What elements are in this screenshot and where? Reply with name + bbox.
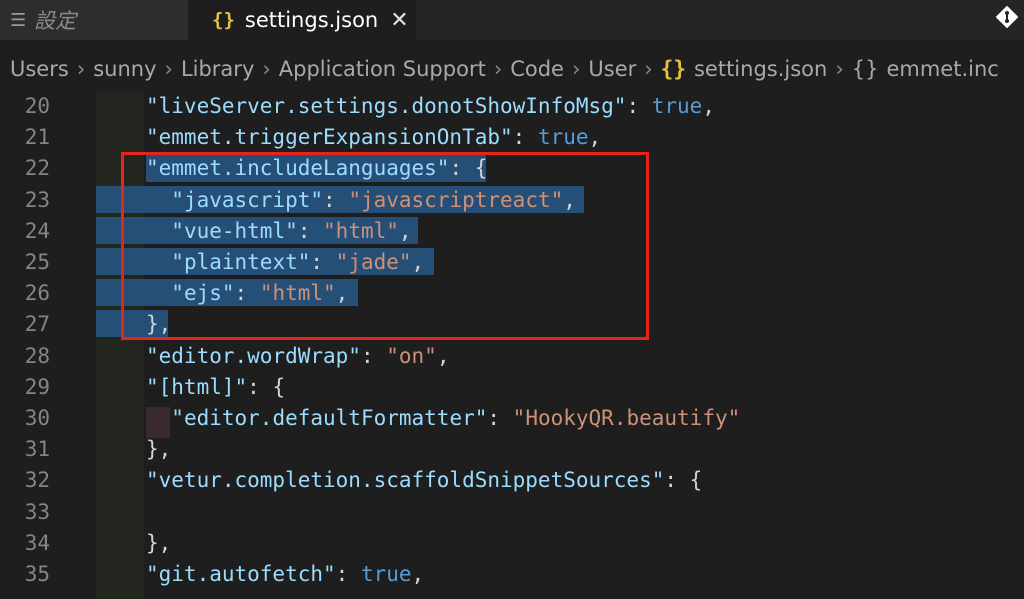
chevron-right-icon: › (835, 57, 844, 81)
code-text: "[html]": { (146, 374, 286, 399)
json-value: true (651, 94, 703, 118)
line-number: 30 (24, 406, 50, 430)
chevron-right-icon: › (76, 57, 86, 81)
line-number: 25 (24, 250, 50, 274)
code-text: "emmet.triggerExpansionOnTab": true, (146, 125, 602, 150)
tab-settings-ui[interactable]: ☰ 設定 (0, 0, 188, 40)
breadcrumb-item[interactable]: Library (181, 57, 254, 81)
tab-bar: ☰ 設定 {} settings.json ✕ (0, 0, 1024, 40)
json-key: "liveServer.settings.donotShowInfoMsg" (146, 94, 627, 118)
line-number: 31 (24, 437, 50, 462)
code-text: }, (146, 434, 171, 465)
breadcrumb-item[interactable]: {} settings.json (661, 57, 828, 81)
line-number: 35 (24, 562, 50, 586)
breadcrumb-label: Library (180, 57, 255, 81)
json-braces-icon: {} (660, 57, 686, 81)
code-line: 20 "liveServer.settings.donotShowInfoMsg"… (0, 91, 1024, 122)
breadcrumb: Users › sunny › Library › Application Support ›… (0, 50, 1024, 88)
line-number: 21 (24, 125, 50, 150)
chevron-right-icon: › (493, 57, 503, 81)
code-line: 35 "git.autofetch": true, (0, 559, 1024, 590)
json-value: "HookyQR.beautify" (512, 406, 741, 430)
breadcrumb-label: User (588, 57, 637, 81)
line-number: 29 (24, 374, 50, 399)
code-line: 29 "[html]": { (0, 372, 1024, 403)
line-number: 34 (24, 530, 50, 555)
object-icon: {} (851, 57, 879, 81)
json-key: "[html]" (146, 374, 248, 399)
code-text: "vetur.completion.scaffoldSnippetSources… (146, 468, 703, 493)
code-text: }, (146, 528, 171, 559)
json-value: "on" (386, 343, 437, 368)
line-number: 27 (24, 312, 50, 337)
json-value: { (272, 374, 286, 399)
breadcrumb-label: sunny (93, 57, 157, 81)
json-value: true (360, 562, 412, 586)
close-icon[interactable]: ✕ (390, 8, 408, 33)
code-line: 32 "vetur.completion.scaffoldSnippetSourc… (0, 465, 1024, 496)
breadcrumb-label: settings.json (693, 57, 828, 81)
line-number: 28 (24, 343, 50, 368)
chevron-right-icon: › (571, 57, 581, 81)
code-line: 31}, (0, 434, 1024, 465)
breadcrumb-item[interactable]: {} emmet.inc (852, 57, 999, 81)
breadcrumb-item[interactable]: Application Support (279, 57, 486, 81)
line-number: 24 (24, 218, 50, 243)
json-value: }, (146, 437, 172, 462)
breadcrumb-item[interactable]: Code (510, 57, 564, 81)
breadcrumb-label: emmet.inc (886, 57, 999, 81)
code-text: "liveServer.settings.donotShowInfoMsg": … (146, 94, 715, 118)
tab-label: settings.json (244, 8, 379, 32)
highlight-box (121, 152, 649, 340)
code-line: 34}, (0, 528, 1024, 559)
code-line: 21 "emmet.triggerExpansionOnTab": true, (0, 122, 1024, 153)
chevron-right-icon: › (164, 57, 173, 81)
breadcrumb-label: Application Support (278, 57, 486, 81)
json-key: "emmet.triggerExpansionOnTab" (146, 125, 513, 150)
json-value: true (537, 125, 589, 150)
json-braces-icon: {} (212, 9, 235, 31)
breadcrumb-item[interactable]: User (588, 57, 636, 81)
breadcrumb-item[interactable]: Users (10, 57, 69, 81)
json-value: { (689, 468, 703, 493)
list-icon: ☰ (10, 9, 27, 31)
code-line: 28 "editor.wordWrap": "on", (0, 341, 1024, 372)
chevron-right-icon: › (262, 57, 271, 81)
line-number: 23 (24, 187, 50, 212)
git-compare-icon[interactable] (996, 6, 1018, 28)
tab-label: 設定 (34, 9, 77, 33)
json-value: }, (146, 530, 172, 555)
code-text: "editor.wordWrap": "on", (146, 343, 450, 368)
json-key: "editor.wordWrap" (146, 343, 361, 368)
code-text: "git.autofetch": true, (146, 562, 425, 586)
line-number: 32 (24, 468, 50, 493)
breadcrumb-label: Users (10, 57, 69, 81)
json-key: "vetur.completion.scaffoldSnippetSources… (146, 468, 665, 493)
code-line: 33 (0, 497, 1024, 528)
json-key: "editor.defaultFormatter" (171, 406, 488, 430)
breadcrumb-item[interactable]: sunny (93, 57, 156, 81)
breadcrumb-label: Code (510, 57, 564, 81)
code-text: "editor.defaultFormatter": "HookyQR.beau… (171, 406, 741, 430)
code-line: 30 "editor.defaultFormatter": "HookyQR.b… (0, 403, 1024, 434)
line-number: 22 (24, 156, 50, 181)
line-number: 33 (24, 499, 50, 524)
line-number: 20 (24, 94, 50, 118)
chevron-right-icon: › (644, 57, 653, 81)
tab-settings-json[interactable]: {} settings.json ✕ (188, 0, 416, 40)
json-key: "git.autofetch" (146, 562, 336, 586)
line-number: 26 (24, 281, 50, 306)
